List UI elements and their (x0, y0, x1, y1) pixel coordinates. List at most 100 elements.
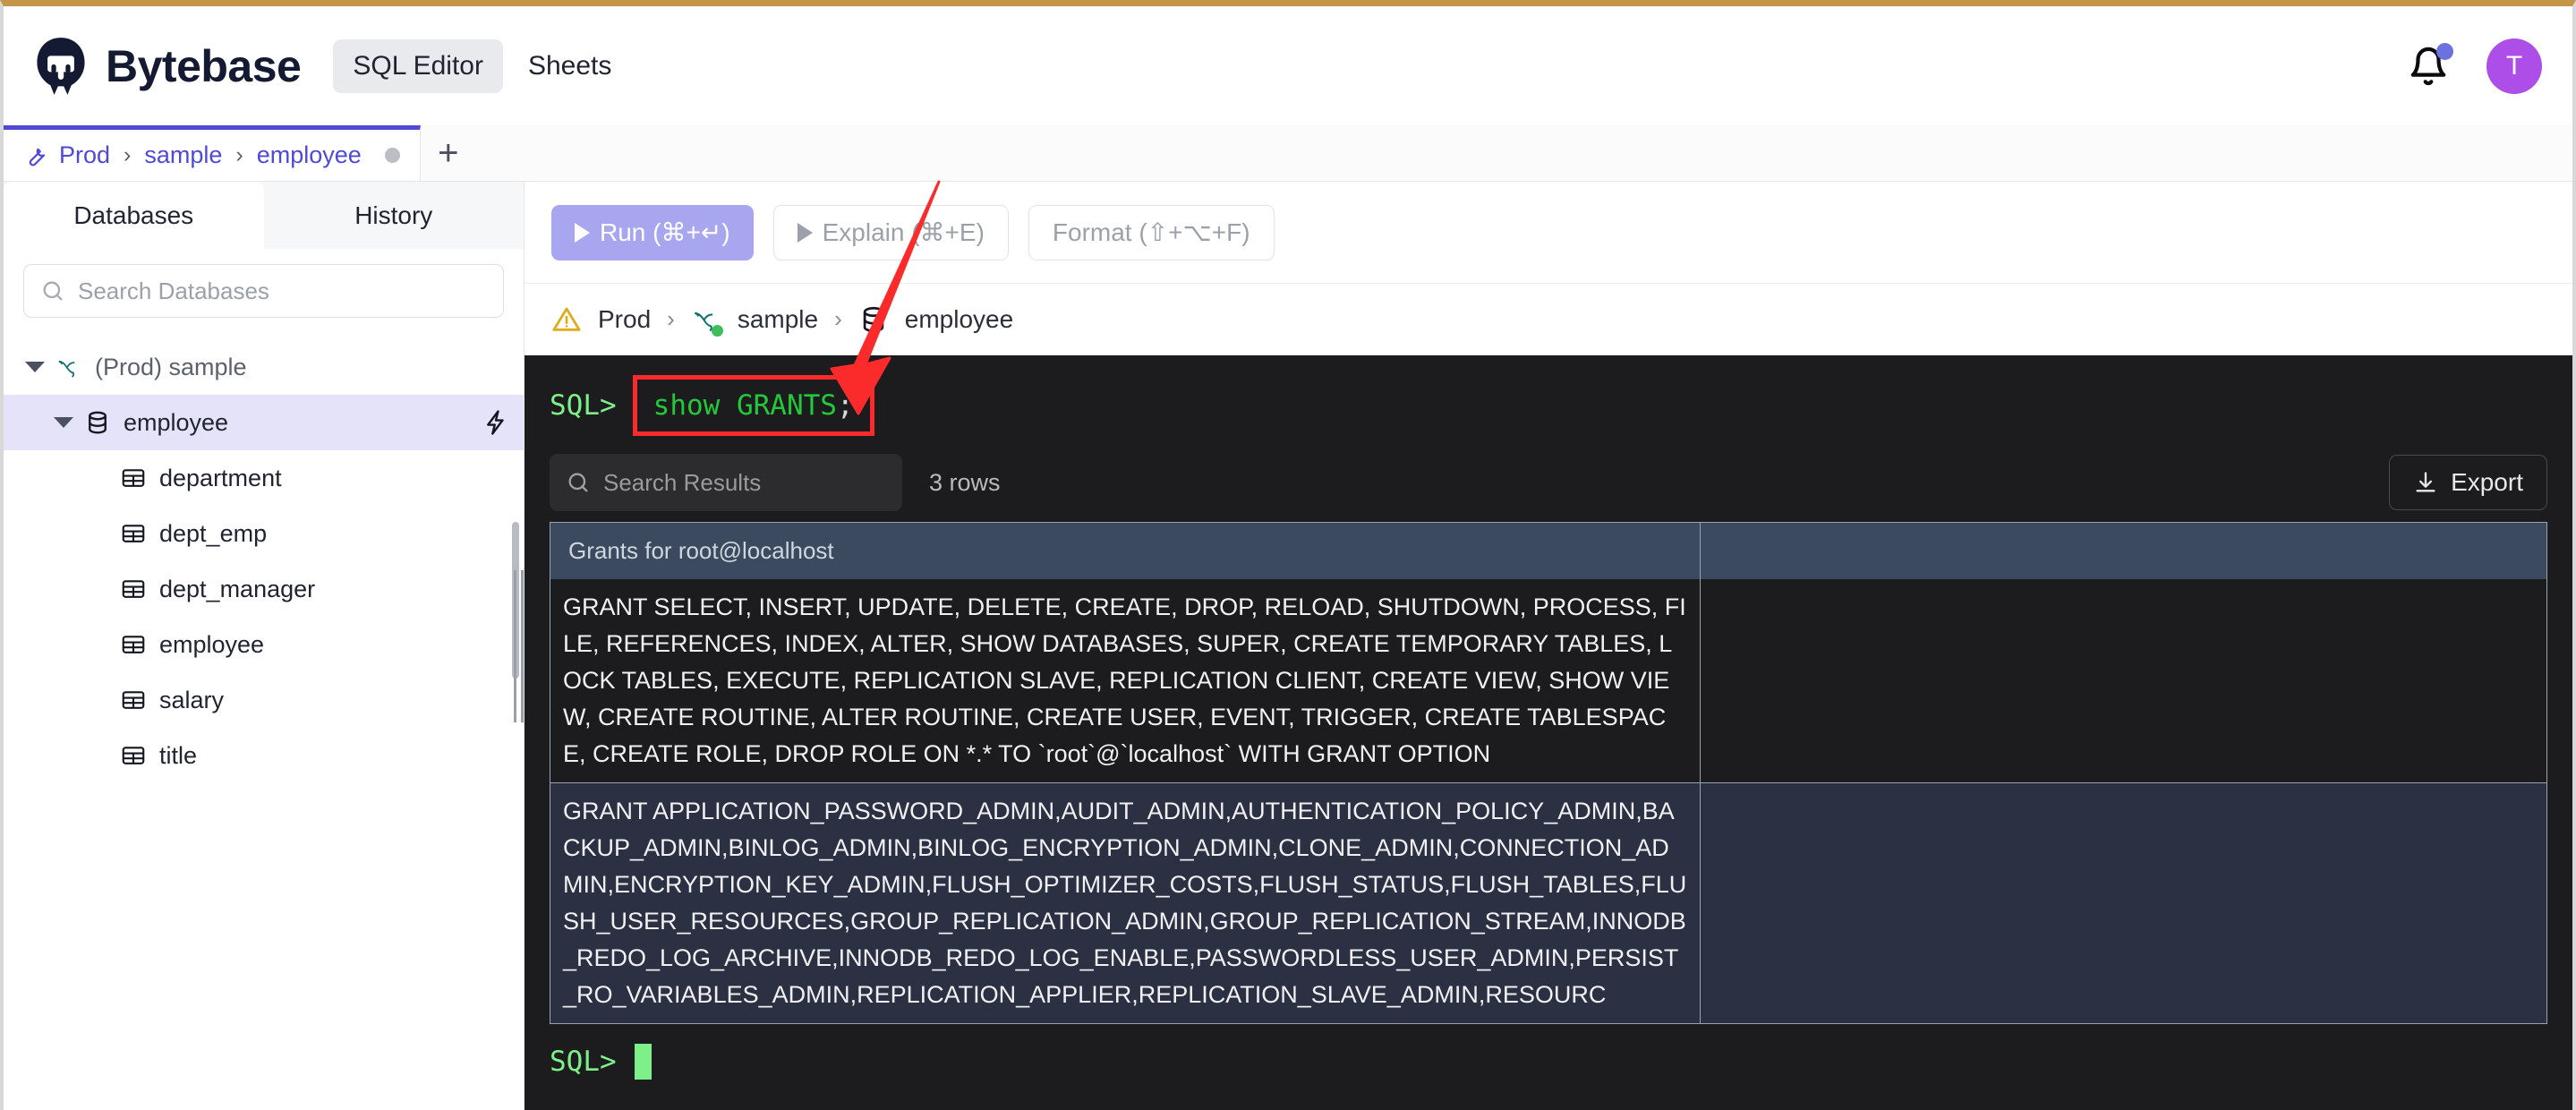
tab-crumb-database: employee (257, 141, 362, 169)
play-icon (798, 223, 813, 243)
results-grid-body: GRANT SELECT, INSERT, UPDATE, DELETE, CR… (550, 579, 2546, 1023)
cell-text: GRANT APPLICATION_PASSWORD_ADMIN,AUDIT_A… (563, 793, 1687, 1013)
terminal-cursor (635, 1044, 652, 1080)
table-icon (120, 687, 147, 713)
tab-crumb-instance: sample (144, 141, 222, 169)
tree-item-instance-sample[interactable]: (Prod) sample (4, 339, 524, 395)
run-button[interactable]: Run (⌘+↵) (551, 205, 754, 260)
database-icon (84, 409, 111, 436)
breadcrumb-database[interactable]: employee (905, 305, 1013, 334)
notification-badge-dot (2436, 43, 2453, 60)
export-button-label: Export (2451, 468, 2523, 497)
terminal-input-line[interactable]: SQL> (525, 1024, 2572, 1080)
tab-crumb-environment: Prod (59, 141, 110, 169)
results-toolbar: Search Results 3 rows Export (525, 448, 2572, 522)
tree-label-table-employee: employee (159, 631, 264, 659)
sidebar-search-wrap: Search Databases (4, 249, 524, 329)
run-button-label: Run (⌘+↵) (600, 218, 730, 247)
tab-databases[interactable]: Databases (4, 182, 264, 249)
table-row[interactable]: GRANT APPLICATION_PASSWORD_ADMIN,AUDIT_A… (550, 782, 2546, 1023)
search-icon (40, 278, 65, 303)
bytebase-logo-icon (30, 36, 91, 97)
table-icon (120, 576, 147, 602)
download-icon (2413, 470, 2438, 495)
breadcrumb-instance-icon-wrap (691, 304, 721, 335)
tree-label-table-department: department (159, 465, 282, 492)
tab-crumb-sep-1: › (124, 142, 131, 168)
notifications-button[interactable] (2408, 46, 2449, 87)
database-tree: (Prod) sample employee (4, 329, 524, 1110)
new-tab-button[interactable]: + (421, 125, 476, 181)
cell-grants-1: GRANT SELECT, INSERT, UPDATE, DELETE, CR… (550, 579, 1701, 782)
export-button[interactable]: Export (2389, 455, 2547, 510)
cell-text: GRANT SELECT, INSERT, UPDATE, DELETE, CR… (563, 589, 1687, 773)
mysql-dolphin-icon (55, 354, 82, 380)
sidebar: Databases History Search Databases (4, 182, 525, 1110)
editor-pane: Run (⌘+↵) Explain (⌘+E) Format (⇧+⌥+F) P… (525, 182, 2572, 1110)
warning-triangle-icon (551, 304, 582, 335)
tree-item-table-department[interactable]: department (4, 450, 524, 506)
main-nav: SQL Editor Sheets (333, 39, 631, 93)
terminal-executed-line: SQL> show GRANTS; (525, 355, 2572, 448)
sql-prompt-label: SQL> (550, 389, 617, 422)
tree-item-table-title[interactable]: title (4, 728, 524, 783)
tree-item-table-dept-emp[interactable]: dept_emp (4, 506, 524, 561)
tree-label-table-dept-emp: dept_emp (159, 520, 267, 548)
main-body: Databases History Search Databases (4, 182, 2572, 1110)
tree-label-table-title: title (159, 742, 197, 770)
editor-toolbar: Run (⌘+↵) Explain (⌘+E) Format (⇧+⌥+F) (525, 182, 2572, 284)
bolt-icon[interactable] (482, 409, 509, 436)
breadcrumb-environment[interactable]: Prod (598, 305, 651, 334)
sidebar-resize-handle[interactable] (512, 182, 525, 1110)
table-icon (120, 631, 147, 658)
breadcrumb-sep-1: › (667, 305, 675, 333)
avatar[interactable]: T (2486, 38, 2542, 94)
format-button-label: Format (⇧+⌥+F) (1053, 218, 1250, 247)
tree-item-table-salary[interactable]: salary (4, 672, 524, 728)
chevron-down-icon[interactable] (25, 362, 45, 372)
play-icon (575, 223, 590, 243)
tree-label-database-employee: employee (124, 409, 228, 437)
search-icon (566, 470, 591, 495)
column-header-grants[interactable]: Grants for root@localhost (550, 523, 1701, 579)
search-results-placeholder: Search Results (603, 469, 761, 497)
brand[interactable]: Bytebase (30, 36, 301, 97)
terminal: SQL> show GRANTS; Search Results 3 rows (525, 355, 2572, 1110)
tree-label-instance-sample: (Prod) sample (95, 354, 247, 381)
breadcrumb-instance[interactable]: sample (738, 305, 818, 334)
sql-query-terminator: ; (837, 389, 854, 422)
tree-label-table-salary: salary (159, 687, 224, 714)
format-button[interactable]: Format (⇧+⌥+F) (1028, 205, 1275, 260)
chevron-down-icon[interactable] (54, 417, 73, 428)
sql-query-text[interactable]: show GRANTS; (633, 375, 874, 436)
table-icon (120, 742, 147, 769)
search-databases-input[interactable]: Search Databases (23, 264, 504, 318)
tree-item-database-employee[interactable]: employee (4, 395, 524, 450)
explain-button[interactable]: Explain (⌘+E) (773, 205, 1009, 260)
connection-status-dot (712, 325, 723, 337)
cell-grants-2: GRANT APPLICATION_PASSWORD_ADMIN,AUDIT_A… (550, 783, 1701, 1023)
cell-empty-1 (1701, 579, 2546, 782)
nav-sheets[interactable]: Sheets (508, 39, 631, 93)
editor-tab-employee[interactable]: Prod › sample › employee (4, 125, 421, 181)
sidebar-tabs: Databases History (4, 182, 524, 249)
tab-history[interactable]: History (264, 182, 525, 249)
search-results-input[interactable]: Search Results (550, 454, 902, 511)
database-icon (858, 304, 889, 335)
table-row[interactable]: GRANT SELECT, INSERT, UPDATE, DELETE, CR… (550, 579, 2546, 782)
results-grid: Grants for root@localhost GRANT SELECT, … (550, 522, 2547, 1024)
tree-item-table-employee[interactable]: employee (4, 617, 524, 672)
nav-sql-editor[interactable]: SQL Editor (333, 39, 503, 93)
explain-button-label: Explain (⌘+E) (823, 218, 985, 247)
results-grid-header-row: Grants for root@localhost (550, 523, 2546, 579)
tree-item-table-dept-manager[interactable]: dept_manager (4, 561, 524, 617)
breadcrumb-sep-2: › (834, 305, 842, 333)
column-header-empty[interactable] (1701, 523, 2546, 579)
sql-query-keyword: show GRANTS (653, 389, 837, 422)
search-databases-placeholder: Search Databases (78, 278, 269, 305)
rows-count-label: 3 rows (929, 469, 1001, 497)
editor-tabstrip: Prod › sample › employee + (4, 125, 2572, 182)
table-icon (120, 465, 147, 491)
table-icon (120, 520, 147, 547)
tab-unsaved-dot[interactable] (385, 148, 400, 163)
